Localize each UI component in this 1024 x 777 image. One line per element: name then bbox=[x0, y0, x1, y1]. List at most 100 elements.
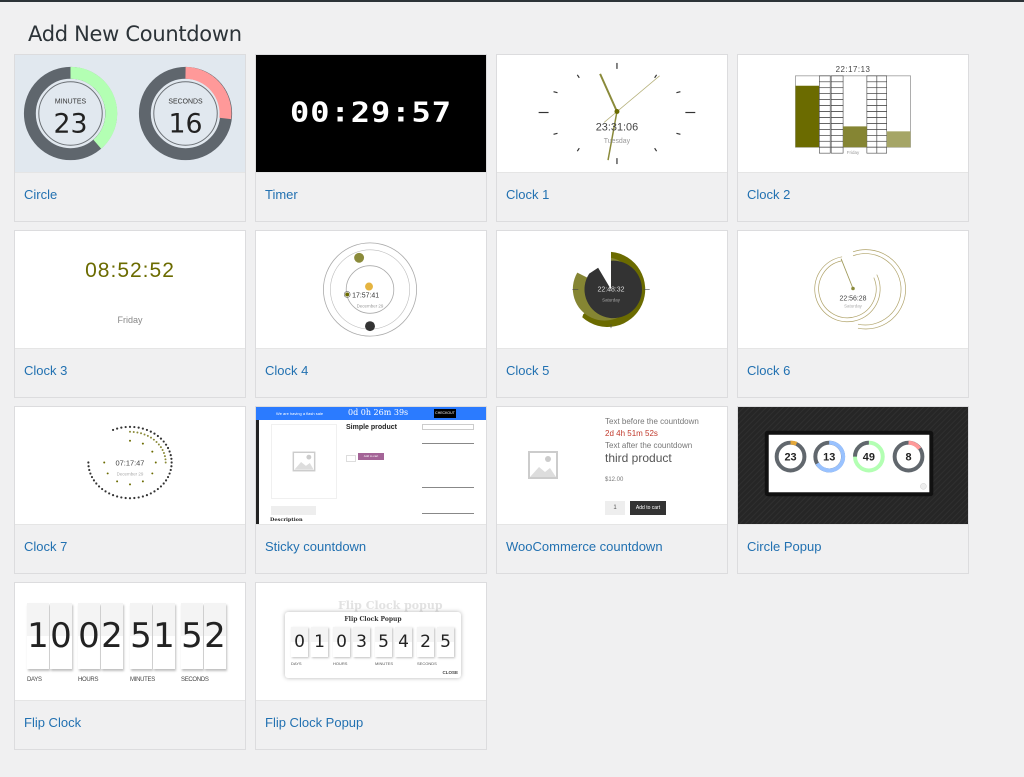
flip-digit: 2 bbox=[101, 603, 123, 669]
minutes-label: MINUTES bbox=[55, 99, 87, 106]
clock-3-time: 08:52:52 bbox=[85, 259, 175, 282]
woo-price: $12.00 bbox=[605, 477, 624, 483]
second-dot bbox=[169, 468, 172, 472]
template-card-circle[interactable]: MINUTES 23 SECONDS 16 Circle bbox=[14, 54, 246, 222]
flip-popup-digit: 3 bbox=[353, 627, 370, 657]
seconds-value: 16 bbox=[168, 108, 202, 139]
minute-dot bbox=[157, 443, 160, 446]
template-card-clock-7[interactable]: 07:17:47 December 29 Clock 7 bbox=[14, 406, 246, 574]
second-dot bbox=[133, 425, 136, 429]
flip-popup-digit: 1 bbox=[311, 627, 328, 657]
card-label[interactable]: Flip Clock bbox=[15, 701, 245, 730]
hour-dot bbox=[129, 439, 131, 442]
card-label[interactable]: Flip Clock Popup bbox=[256, 701, 486, 730]
second-dot bbox=[164, 479, 168, 482]
second-dot bbox=[111, 494, 115, 497]
card-label[interactable]: Clock 7 bbox=[15, 525, 245, 554]
hour-dot bbox=[116, 480, 119, 483]
second-dot bbox=[95, 482, 98, 485]
sticky-bar-text: We are having a flash sale bbox=[276, 411, 324, 416]
second-dot bbox=[124, 496, 127, 500]
timer-preview: 00:29:57 bbox=[256, 55, 486, 173]
arc-clock-graphic: 22:56:28 Saturday bbox=[814, 249, 906, 330]
flip-unit-label: SECONDS bbox=[181, 677, 209, 683]
second-dot bbox=[104, 490, 107, 493]
second-dot bbox=[141, 427, 144, 430]
minute-dot bbox=[152, 438, 155, 441]
template-card-clock-3[interactable]: 08:52:52 Friday Clock 3 bbox=[14, 230, 246, 398]
clock-5-preview: 22:48:32 Saturday bbox=[497, 231, 727, 349]
flip-digit: 5 bbox=[130, 603, 152, 669]
popup-close-icon bbox=[920, 483, 927, 490]
second-dot bbox=[101, 487, 104, 491]
second-dot bbox=[162, 440, 165, 443]
second-dot bbox=[170, 461, 173, 464]
card-label[interactable]: Clock 4 bbox=[256, 349, 486, 378]
second-dot bbox=[89, 472, 92, 475]
second-dot bbox=[124, 425, 127, 429]
clock-7-time: 07:17:47 bbox=[116, 459, 145, 468]
clock-5-day: Saturday bbox=[602, 297, 621, 302]
clock-6-day: Saturday bbox=[844, 303, 863, 308]
minute-dot bbox=[164, 461, 167, 464]
minute-dot bbox=[146, 434, 149, 437]
hour-dot bbox=[141, 442, 144, 445]
flip-popup-box: Flip Clock Popup CLOSE 0 1 0 3 5 4 2 5 DAYS HOURS… bbox=[285, 612, 461, 678]
circle-preview: MINUTES 23 SECONDS 16 bbox=[15, 55, 245, 173]
second-dot bbox=[120, 426, 123, 429]
card-label[interactable]: Clock 1 bbox=[497, 173, 727, 202]
card-label[interactable]: Clock 3 bbox=[15, 349, 245, 378]
card-label[interactable]: Sticky countdown bbox=[256, 525, 486, 554]
flip-popup-digit: 0 bbox=[333, 627, 350, 657]
second-dot bbox=[153, 432, 156, 435]
flip-popup-unit-label: HOURS bbox=[333, 661, 348, 666]
flip-digit: 0 bbox=[50, 603, 72, 669]
second-dot bbox=[108, 492, 111, 495]
woo-countdown-value: 2d 4h 51m 52s bbox=[605, 429, 658, 438]
template-card-clock-5[interactable]: 22:48:32 Saturday Clock 5 bbox=[496, 230, 728, 398]
minute-dot bbox=[163, 455, 166, 458]
flip-popup-unit-label: MINUTES bbox=[375, 661, 393, 666]
second-dot bbox=[166, 446, 170, 450]
flip-unit-label: MINUTES bbox=[130, 677, 155, 683]
template-card-flip-clock[interactable]: 1 0 0 2 5 1 5 2 DAYS HOURS MINUTES SECONDS Flip Clo… bbox=[14, 582, 246, 750]
hour-dot bbox=[129, 483, 131, 486]
flip-digit: 2 bbox=[204, 603, 226, 669]
card-label[interactable]: Clock 6 bbox=[738, 349, 968, 378]
popup-bg-title: Flip Clock popup bbox=[338, 599, 443, 612]
second-planet bbox=[365, 321, 375, 332]
template-card-clock-1[interactable]: 23:31:06 Tuesday Clock 1 bbox=[496, 54, 728, 222]
template-card-clock-6[interactable]: 22:56:28 Saturday Clock 6 bbox=[737, 230, 969, 398]
second-dot bbox=[168, 450, 171, 453]
card-label[interactable]: Circle Popup bbox=[738, 525, 968, 554]
second-dot bbox=[128, 497, 132, 500]
sticky-checkout-button: CHECKOUT bbox=[434, 409, 456, 418]
card-label[interactable]: Clock 2 bbox=[738, 173, 968, 202]
popup-days: 23 bbox=[784, 452, 796, 464]
clock-2-preview: 22:17:13 Friday bbox=[738, 55, 968, 173]
template-card-sticky-countdown[interactable]: We are having a flash sale 0d 0h 26m 39s… bbox=[255, 406, 487, 574]
clock-6-preview: 22:56:28 Saturday bbox=[738, 231, 968, 349]
flip-clock-preview: 1 0 0 2 5 1 5 2 DAYS HOURS MINUTES SECONDS bbox=[15, 583, 245, 701]
card-label[interactable]: Timer bbox=[256, 173, 486, 202]
card-label[interactable]: Circle bbox=[15, 173, 245, 202]
second-dot bbox=[170, 457, 173, 460]
countdown-template-grid: MINUTES 23 SECONDS 16 Circle 00:29:57 Ti… bbox=[14, 54, 969, 750]
card-label[interactable]: Clock 5 bbox=[497, 349, 727, 378]
second-dot bbox=[97, 485, 101, 488]
second-dot bbox=[116, 427, 119, 430]
template-card-flip-clock-popup[interactable]: Flip Clock popup Flip Clock Popup CLOSE … bbox=[255, 582, 487, 750]
template-card-clock-2[interactable]: 22:17:13 Friday Clock 2 bbox=[737, 54, 969, 222]
hour-dot bbox=[103, 461, 106, 464]
clock-4-date: December 29 bbox=[357, 303, 384, 308]
template-card-circle-popup[interactable]: 23 13 49 8 Circle Popup bbox=[737, 406, 969, 574]
clock-3-day: Friday bbox=[117, 315, 143, 325]
woo-text-after: Text after the countdown bbox=[605, 441, 693, 450]
template-card-clock-4[interactable]: 17:57:41 December 29 Clock 4 bbox=[255, 230, 487, 398]
clock-6-time: 22:56:28 bbox=[840, 295, 867, 302]
minutes-value: 23 bbox=[53, 108, 87, 139]
template-card-woocommerce-countdown[interactable]: Text before the countdown 2d 4h 51m 52s … bbox=[496, 406, 728, 574]
flip-popup-digit: 5 bbox=[437, 627, 454, 657]
template-card-timer[interactable]: 00:29:57 Timer bbox=[255, 54, 487, 222]
card-label[interactable]: WooCommerce countdown bbox=[497, 525, 727, 554]
